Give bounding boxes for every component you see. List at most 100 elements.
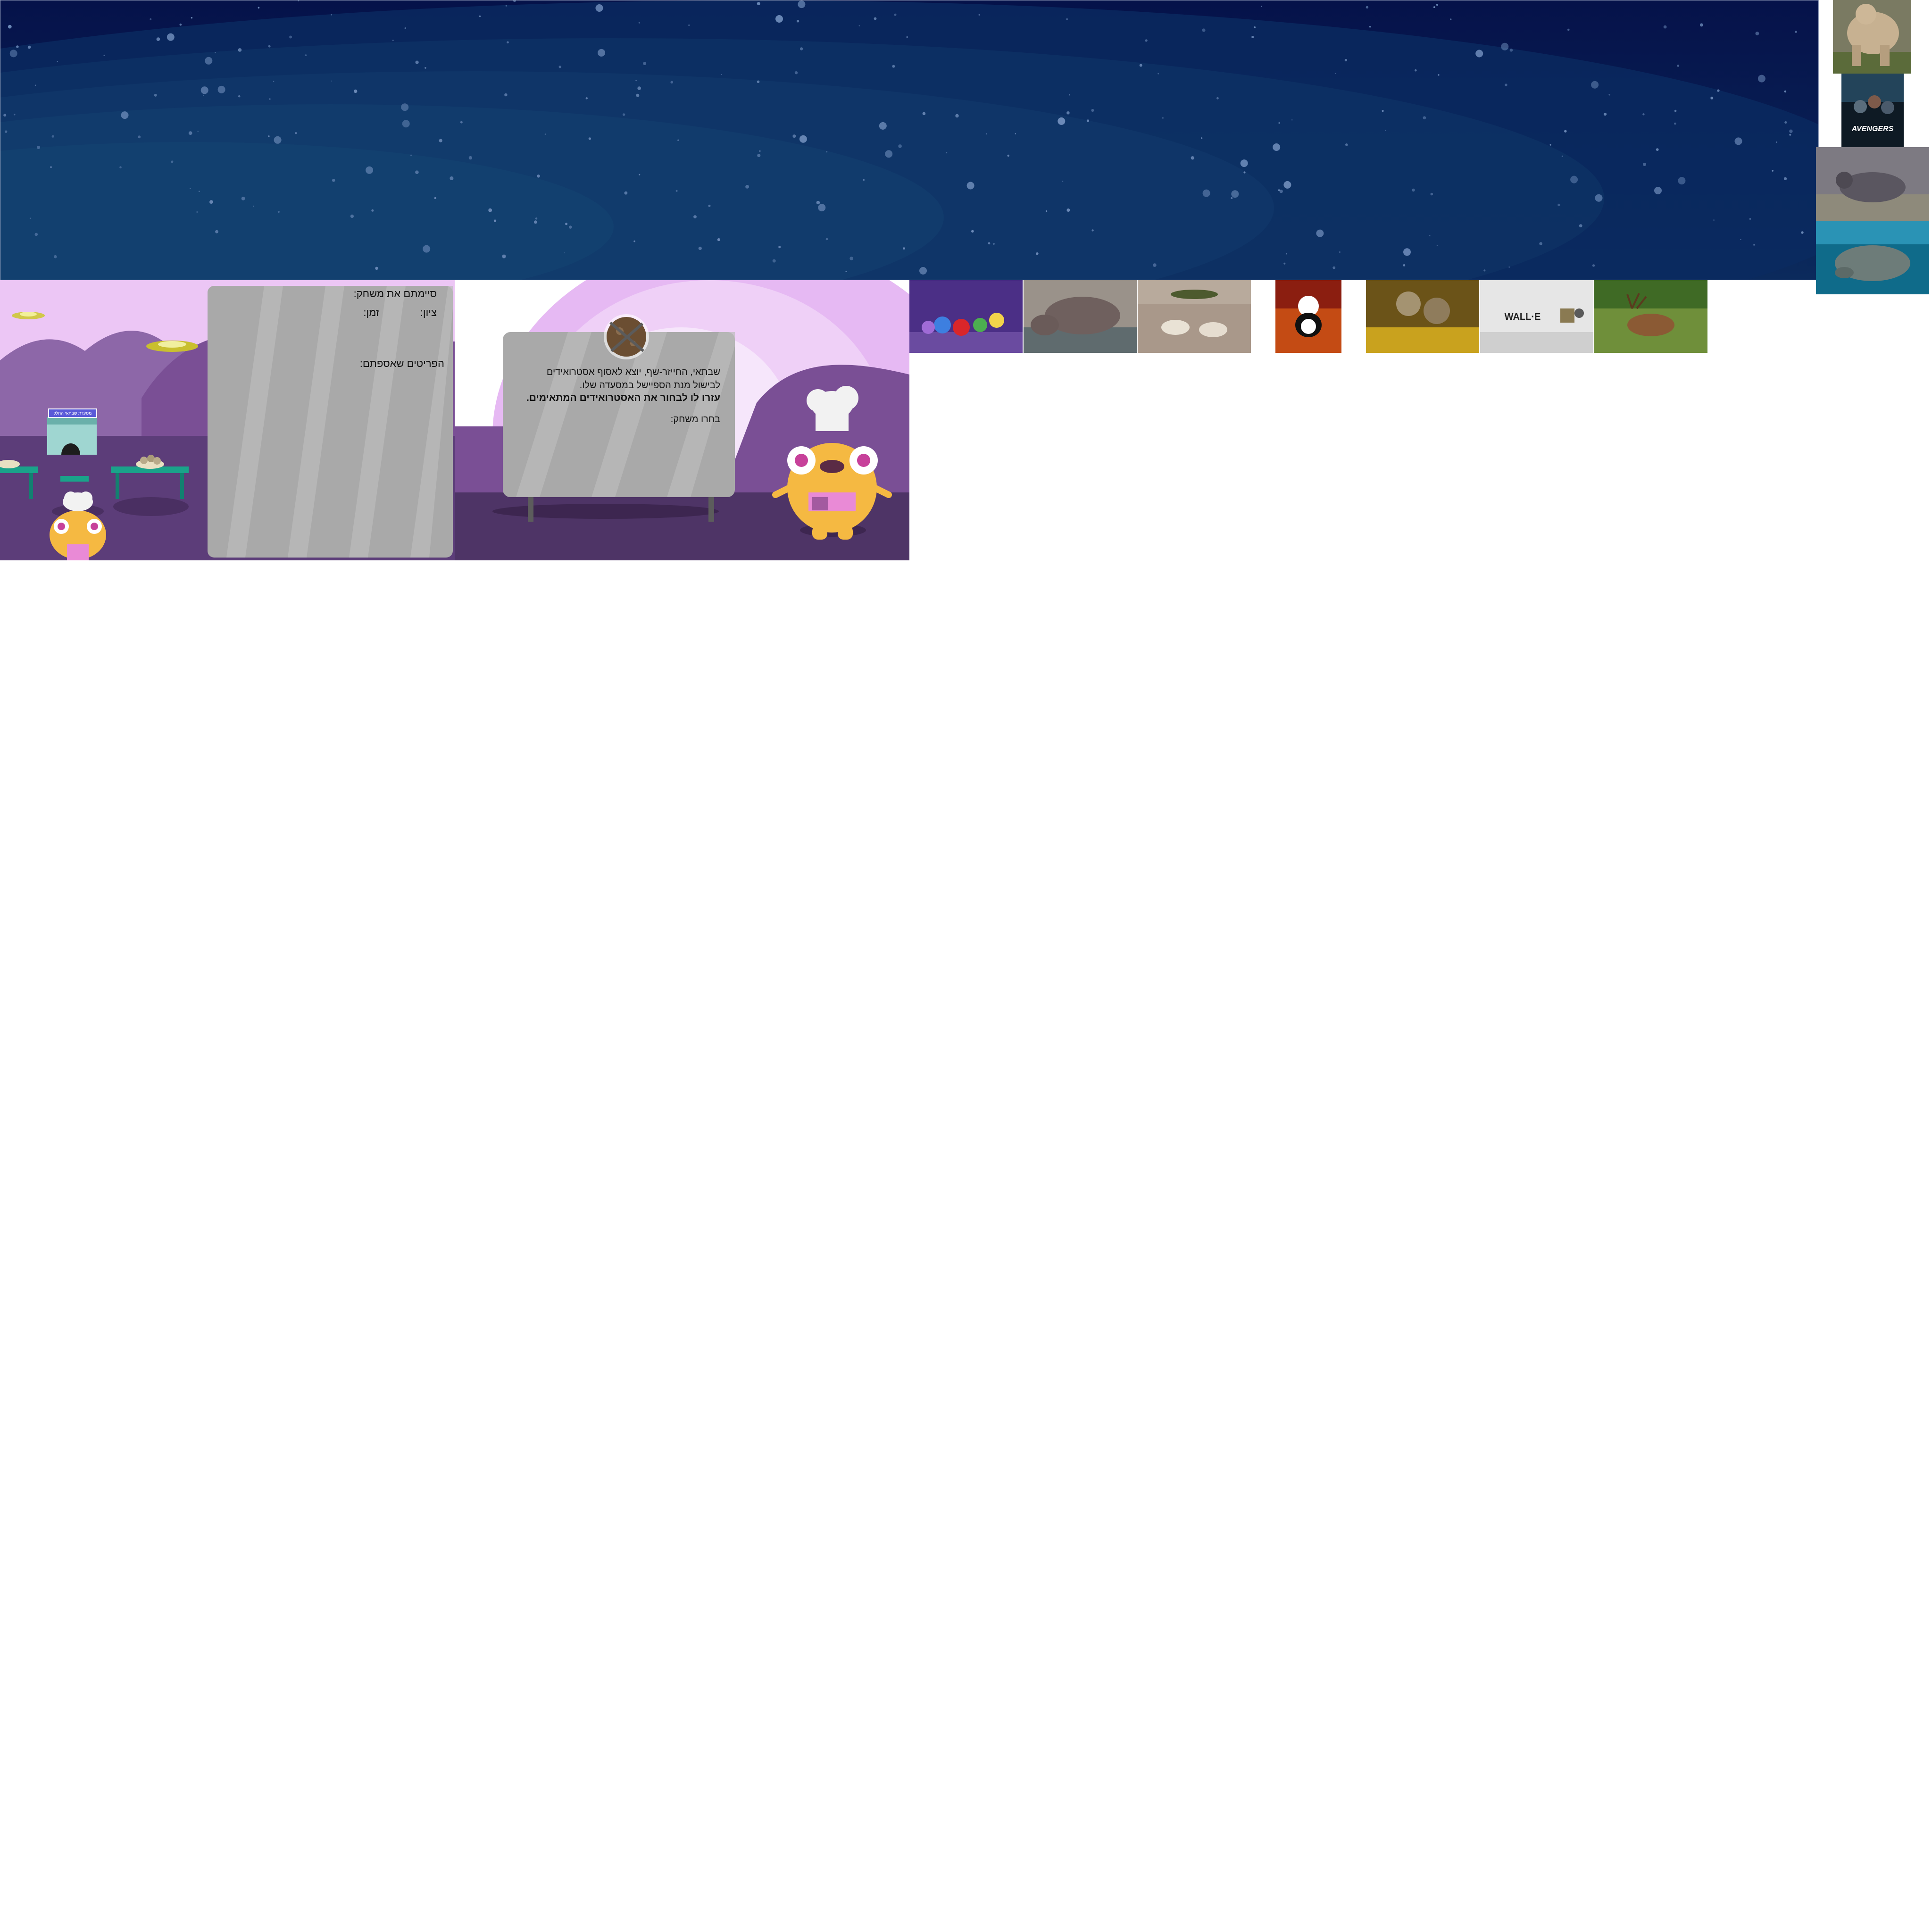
star xyxy=(849,257,853,260)
star xyxy=(1508,266,1510,268)
star xyxy=(643,62,647,66)
star xyxy=(425,67,426,69)
star xyxy=(138,135,141,139)
star xyxy=(415,60,419,64)
star xyxy=(268,135,270,137)
star xyxy=(544,133,546,135)
restaurant-sign: מסעדת שבתאי החלל xyxy=(48,408,97,418)
star xyxy=(1603,113,1607,116)
star xyxy=(537,175,540,178)
star xyxy=(688,24,690,26)
star xyxy=(1036,252,1039,255)
star xyxy=(1316,229,1324,237)
star xyxy=(121,111,129,119)
star xyxy=(885,150,893,158)
star xyxy=(794,71,798,75)
star xyxy=(565,223,568,225)
star xyxy=(502,254,506,258)
star xyxy=(190,188,191,189)
star xyxy=(14,114,16,116)
star xyxy=(892,65,895,68)
star xyxy=(879,122,887,130)
star xyxy=(1678,177,1686,185)
star xyxy=(1344,58,1348,62)
star xyxy=(745,185,749,189)
avengers-poster: AVENGERS xyxy=(1841,74,1904,147)
star xyxy=(845,271,847,272)
star xyxy=(919,267,927,275)
star xyxy=(1216,97,1219,100)
star xyxy=(1501,42,1509,50)
wall-e-poster: WALL·E xyxy=(1480,280,1593,353)
star xyxy=(1278,122,1281,124)
star xyxy=(826,151,828,153)
star xyxy=(717,238,720,242)
star xyxy=(1483,269,1486,272)
star xyxy=(558,66,561,68)
star xyxy=(757,2,760,6)
star xyxy=(1369,25,1371,28)
star xyxy=(903,247,905,250)
star xyxy=(8,25,12,29)
star xyxy=(150,18,152,20)
bear-photo xyxy=(1833,0,1911,74)
star xyxy=(1069,94,1070,96)
star xyxy=(209,200,213,204)
star xyxy=(1783,177,1787,181)
star xyxy=(460,121,463,124)
star xyxy=(415,170,419,175)
star xyxy=(816,200,820,205)
star xyxy=(188,131,192,135)
star xyxy=(331,14,333,16)
star xyxy=(1789,133,1791,136)
star xyxy=(289,35,292,39)
finished-game-label: סיימתם את משחק: xyxy=(353,288,437,300)
star xyxy=(1251,36,1254,38)
star xyxy=(1557,203,1560,207)
star xyxy=(708,204,711,207)
star xyxy=(966,182,974,190)
space-background xyxy=(0,0,1819,280)
star xyxy=(1595,194,1603,202)
star xyxy=(1278,189,1280,192)
star xyxy=(238,95,241,98)
star xyxy=(401,103,409,111)
star xyxy=(305,54,307,56)
star xyxy=(103,54,105,56)
star xyxy=(1505,83,1507,86)
star xyxy=(1162,117,1164,119)
star xyxy=(693,215,697,218)
choose-game-label: בחרו משחק: xyxy=(670,414,720,425)
star xyxy=(493,219,497,222)
star xyxy=(1753,244,1755,246)
star xyxy=(29,217,31,219)
star xyxy=(205,57,213,65)
star xyxy=(1403,248,1411,256)
star xyxy=(402,120,410,128)
game-intro-screen: שבתאי, החייזר-שף, יוצא לאסוף אסטרואידים … xyxy=(455,280,909,560)
star xyxy=(27,45,31,49)
star xyxy=(404,27,406,29)
wall-e-title: WALL·E xyxy=(1505,312,1541,322)
star xyxy=(1608,94,1610,96)
star xyxy=(1710,96,1714,100)
star xyxy=(1509,49,1513,52)
deer-photo xyxy=(1594,280,1707,353)
star xyxy=(1433,6,1435,8)
game-end-screen: מסעדת שבתאי החלל סיימתם את משחק: ציון: ז… xyxy=(0,280,455,560)
star xyxy=(971,230,974,233)
star xyxy=(1412,188,1415,192)
star xyxy=(238,48,242,52)
star xyxy=(119,166,122,169)
star xyxy=(1663,25,1667,29)
star xyxy=(241,197,245,200)
star xyxy=(863,179,865,181)
star xyxy=(585,97,588,100)
star xyxy=(1153,263,1157,267)
star xyxy=(154,93,157,97)
star xyxy=(200,86,208,94)
star xyxy=(1564,130,1567,133)
star xyxy=(468,156,473,160)
star xyxy=(639,174,641,175)
star xyxy=(1674,122,1676,125)
